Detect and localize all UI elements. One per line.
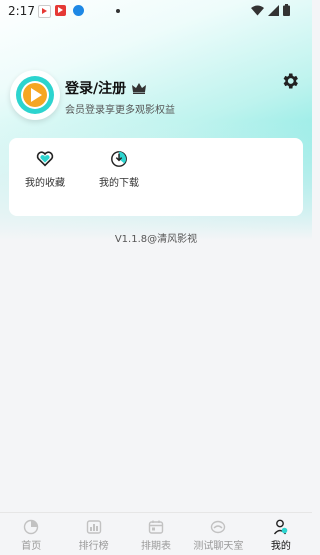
battery-icon [283,4,290,16]
home-icon [24,519,39,535]
my-downloads-label: 我的下载 [99,178,139,189]
avatar[interactable] [10,70,60,120]
tab-profile[interactable]: 我的 [250,513,312,555]
login-subtitle: 会员登录享更多观影权益 [65,105,175,116]
my-downloads-button[interactable]: 我的下载 [89,150,149,189]
wifi-icon [251,5,264,15]
download-icon [111,151,127,167]
tab-chat-room[interactable]: 测试聊天室 [187,513,249,555]
notification-app-icon [38,5,51,18]
my-favorites-label: 我的收藏 [25,178,65,189]
tab-home-label: 首页 [21,541,42,552]
system-icons [251,4,290,16]
version-text: V1.1.8@清风影视 [114,234,198,245]
notification-download-icon [73,5,84,16]
schedule-icon [148,520,164,534]
login-register-link[interactable]: 登录/注册 [65,78,147,98]
settings-gear-icon[interactable] [280,71,300,91]
tab-ranking-label: 排行榜 [78,541,109,552]
tab-profile-label: 我的 [270,541,291,552]
status-time: 2:17 [8,4,35,18]
quick-actions-card: 我的收藏 我的下载 [9,138,303,216]
status-bar: 2:17 [0,0,312,22]
my-favorites-button[interactable]: 我的收藏 [15,150,75,189]
signal-icon [268,4,279,16]
notification-dot-icon [116,9,120,13]
tab-schedule[interactable]: 排期表 [125,513,187,555]
bottom-tab-bar: 首页 排行榜 排期表 测试聊天室 我的 [0,512,312,555]
profile-icon [273,519,288,535]
notification-video-icon [55,5,66,16]
ranking-icon [86,520,101,534]
profile-section[interactable]: 登录/注册 会员登录享更多观影权益 [10,70,302,122]
tab-chat-room-label: 测试聊天室 [193,541,244,552]
heart-icon [36,151,54,167]
crown-icon [132,82,147,94]
app-logo-icon [16,76,54,114]
tab-ranking[interactable]: 排行榜 [62,513,124,555]
tab-schedule-label: 排期表 [141,541,172,552]
chat-icon [211,520,226,534]
tab-home[interactable]: 首页 [0,513,62,555]
login-title-text: 登录/注册 [65,81,127,97]
